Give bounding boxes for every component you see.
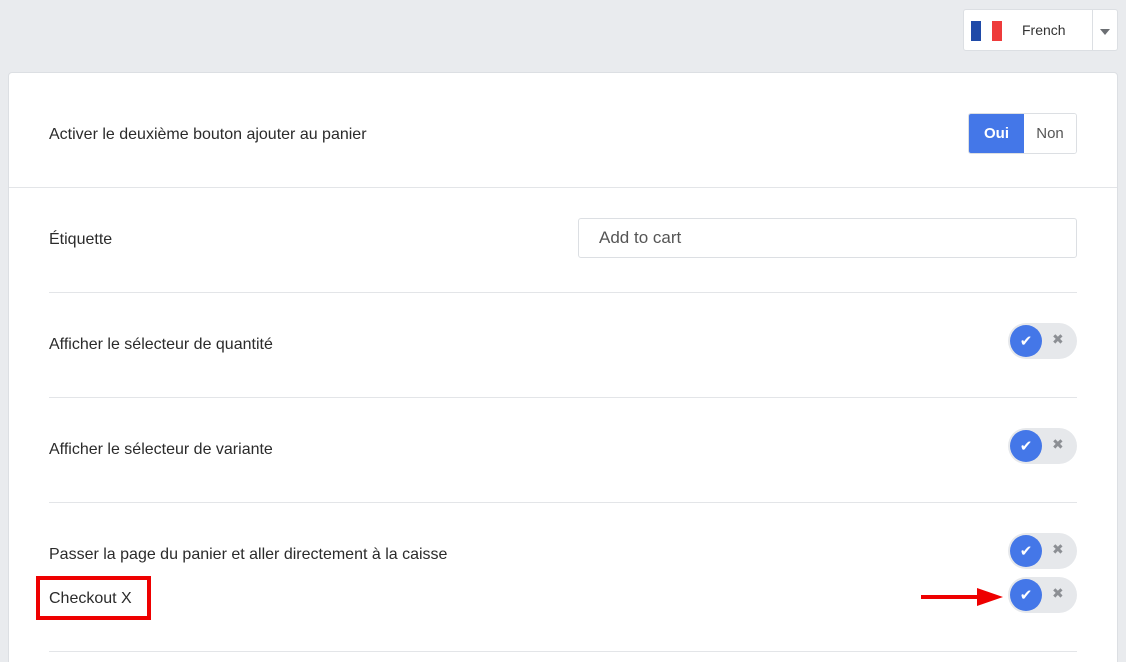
quantity-selector-toggle[interactable]: ✔ ✖ <box>1008 323 1077 359</box>
check-icon: ✔ <box>1010 430 1042 462</box>
row-divider <box>49 292 1077 293</box>
quantity-selector-label: Afficher le sélecteur de quantité <box>49 336 273 353</box>
select-divider <box>1092 10 1093 50</box>
check-icon: ✔ <box>1010 579 1042 611</box>
section-divider <box>9 187 1117 188</box>
second-button-label: Activer le deuxième bouton ajouter au pa… <box>49 126 367 143</box>
settings-card: Activer le deuxième bouton ajouter au pa… <box>8 72 1118 662</box>
skip-cart-toggle[interactable]: ✔ ✖ <box>1008 533 1077 569</box>
variant-selector-label: Afficher le sélecteur de variante <box>49 441 273 458</box>
close-icon: ✖ <box>1052 585 1064 601</box>
variant-selector-toggle[interactable]: ✔ ✖ <box>1008 428 1077 464</box>
row-divider <box>49 502 1077 503</box>
red-arrow-icon <box>921 588 1003 606</box>
close-icon: ✖ <box>1052 331 1064 347</box>
language-select[interactable]: French <box>963 9 1118 51</box>
checkout-x-toggle[interactable]: ✔ ✖ <box>1008 577 1077 613</box>
yes-no-segmented-control[interactable]: Oui Non <box>968 113 1077 154</box>
check-icon: ✔ <box>1010 325 1042 357</box>
chevron-down-icon[interactable] <box>1100 29 1110 35</box>
skip-cart-label: Passer la page du panier et aller direct… <box>49 546 448 563</box>
language-label: French <box>1022 22 1066 38</box>
label-input[interactable] <box>578 218 1077 258</box>
close-icon: ✖ <box>1052 541 1064 557</box>
yes-button[interactable]: Oui <box>969 114 1024 153</box>
label-field-label: Étiquette <box>49 231 113 248</box>
row-divider <box>49 651 1077 652</box>
france-flag-icon <box>971 21 1002 41</box>
check-icon: ✔ <box>1010 535 1042 567</box>
row-divider <box>49 397 1077 398</box>
no-button[interactable]: Non <box>1024 114 1076 153</box>
close-icon: ✖ <box>1052 436 1064 452</box>
checkout-x-label: Checkout X <box>49 590 132 607</box>
